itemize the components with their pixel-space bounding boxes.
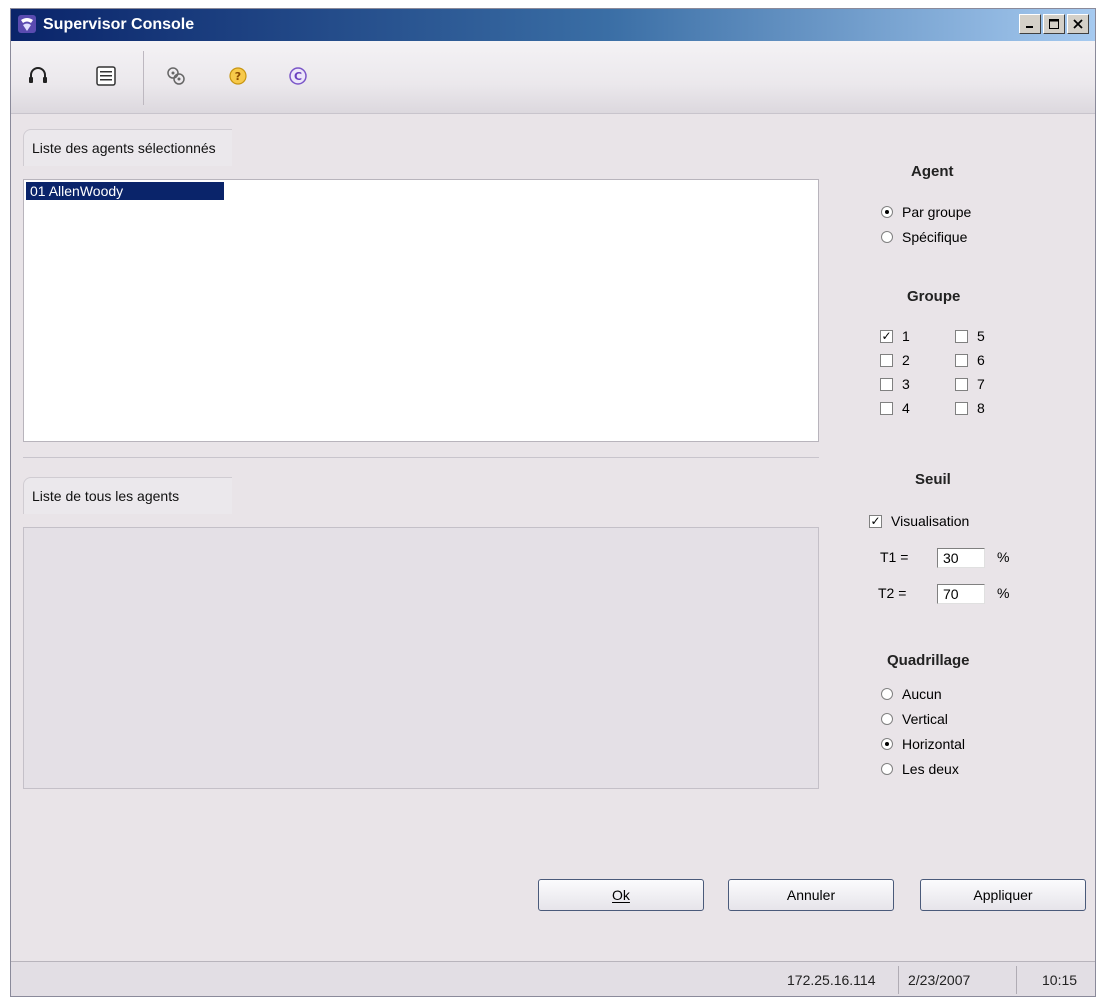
groupe-section-title: Groupe — [907, 288, 961, 305]
minimize-button[interactable] — [1019, 14, 1041, 34]
list-icon — [96, 66, 116, 86]
radio-indicator — [881, 231, 893, 243]
t1-input[interactable]: 30 — [937, 548, 985, 568]
radio-indicator — [881, 206, 893, 218]
radio-les-deux[interactable]: Les deux — [881, 760, 959, 778]
radio-indicator — [881, 763, 893, 775]
toolbar-help-button[interactable]: ? — [223, 61, 253, 91]
status-bar: 172.25.16.114 2/23/2007 10:15 — [11, 961, 1095, 996]
all-agents-label: Liste de tous les agents — [23, 477, 232, 514]
window-title: Supervisor Console — [43, 16, 195, 33]
close-button[interactable] — [1067, 14, 1089, 34]
help-icon: ? — [229, 67, 247, 85]
headset-icon — [29, 67, 47, 83]
checkbox-label: Visualisation — [891, 513, 970, 529]
checkbox-visualisation[interactable]: ✓ Visualisation — [869, 512, 969, 530]
section-divider — [23, 457, 819, 458]
status-time: 10:15 — [1042, 972, 1078, 988]
checkbox-groupe-3[interactable]: 3 — [880, 375, 910, 393]
supervisor-console-window: Supervisor Console ? C Liste des agents … — [10, 8, 1096, 997]
checkbox-label: 2 — [902, 352, 910, 368]
radio-label: Aucun — [902, 686, 942, 702]
annuler-button[interactable]: Annuler — [728, 879, 894, 911]
checkbox-indicator — [880, 401, 893, 415]
t2-input[interactable]: 70 — [937, 584, 985, 604]
status-separator — [898, 966, 899, 994]
seuil-section-title: Seuil — [915, 471, 951, 488]
toolbar-list-button[interactable] — [91, 61, 121, 91]
checkbox-groupe-7[interactable]: 7 — [955, 375, 985, 393]
checkbox-indicator — [880, 377, 893, 391]
ok-button-label: Ok — [612, 887, 630, 903]
radio-aucun[interactable]: Aucun — [881, 685, 942, 703]
agent-section-title: Agent — [911, 163, 954, 180]
checkbox-groupe-8[interactable]: 8 — [955, 399, 985, 417]
selected-agents-label: Liste des agents sélectionnés — [23, 129, 232, 166]
list-item[interactable]: 01 AllenWoody — [26, 182, 224, 200]
t1-unit: % — [997, 549, 1010, 565]
selected-agents-list[interactable]: 01 AllenWoody — [23, 179, 819, 442]
copyright-icon: C — [289, 67, 307, 85]
radio-vertical[interactable]: Vertical — [881, 710, 948, 728]
title-bar: Supervisor Console — [11, 9, 1095, 41]
app-icon — [18, 15, 36, 33]
toolbar-settings-button[interactable] — [161, 61, 191, 91]
toolbar-about-button[interactable]: C — [283, 61, 313, 91]
checkbox-indicator — [880, 353, 893, 367]
appliquer-button[interactable]: Appliquer — [920, 879, 1086, 911]
checkbox-label: 7 — [977, 376, 985, 392]
close-icon — [1073, 19, 1083, 29]
checkbox-label: 4 — [902, 400, 910, 416]
quadrillage-section-title: Quadrillage — [887, 652, 970, 669]
checkbox-indicator: ✓ — [880, 329, 893, 343]
radio-label: Les deux — [902, 761, 959, 777]
status-date: 2/23/2007 — [908, 972, 971, 988]
radio-label: Par groupe — [902, 204, 972, 220]
svg-text:?: ? — [235, 70, 241, 83]
checkbox-groupe-6[interactable]: 6 — [955, 351, 985, 369]
toolbar: ? C — [11, 41, 1095, 114]
checkbox-groupe-5[interactable]: 5 — [955, 327, 985, 345]
checkbox-label: 1 — [902, 328, 910, 344]
checkbox-groupe-2[interactable]: 2 — [880, 351, 910, 369]
t2-label: T2 = — [878, 585, 907, 601]
t1-label: T1 = — [880, 549, 909, 565]
checkbox-label: 5 — [977, 328, 985, 344]
annuler-button-label: Annuler — [786, 887, 836, 903]
radio-horizontal[interactable]: Horizontal — [881, 735, 965, 753]
toolbar-separator — [143, 51, 144, 105]
radio-label: Spécifique — [902, 229, 968, 245]
svg-text:C: C — [294, 70, 302, 83]
checkbox-indicator: ✓ — [869, 514, 882, 528]
status-ip: 172.25.16.114 — [787, 972, 876, 988]
appliquer-button-label: Appliquer — [973, 887, 1033, 903]
checkbox-groupe-1[interactable]: ✓ 1 — [880, 327, 910, 345]
radio-specifique[interactable]: Spécifique — [881, 228, 967, 246]
all-agents-list[interactable] — [23, 527, 819, 789]
toolbar-agent-button[interactable] — [23, 61, 53, 91]
radio-indicator — [881, 713, 893, 725]
maximize-icon — [1049, 19, 1059, 29]
t2-unit: % — [997, 585, 1010, 601]
radio-label: Vertical — [902, 711, 948, 727]
checkbox-label: 8 — [977, 400, 985, 416]
checkbox-indicator — [955, 401, 968, 415]
checkbox-indicator — [955, 377, 968, 391]
checkbox-indicator — [955, 329, 968, 343]
minimize-icon — [1026, 26, 1033, 28]
radio-label: Horizontal — [902, 736, 966, 752]
checkbox-indicator — [955, 353, 968, 367]
radio-indicator — [881, 688, 893, 700]
radio-par-groupe[interactable]: Par groupe — [881, 203, 971, 221]
maximize-button[interactable] — [1043, 14, 1065, 34]
status-separator — [1016, 966, 1017, 994]
checkbox-label: 3 — [902, 376, 910, 392]
radio-indicator — [881, 738, 893, 750]
settings-icon — [167, 67, 185, 85]
checkbox-label: 6 — [977, 352, 985, 368]
checkbox-groupe-4[interactable]: 4 — [880, 399, 910, 417]
ok-button[interactable]: Ok — [538, 879, 704, 911]
